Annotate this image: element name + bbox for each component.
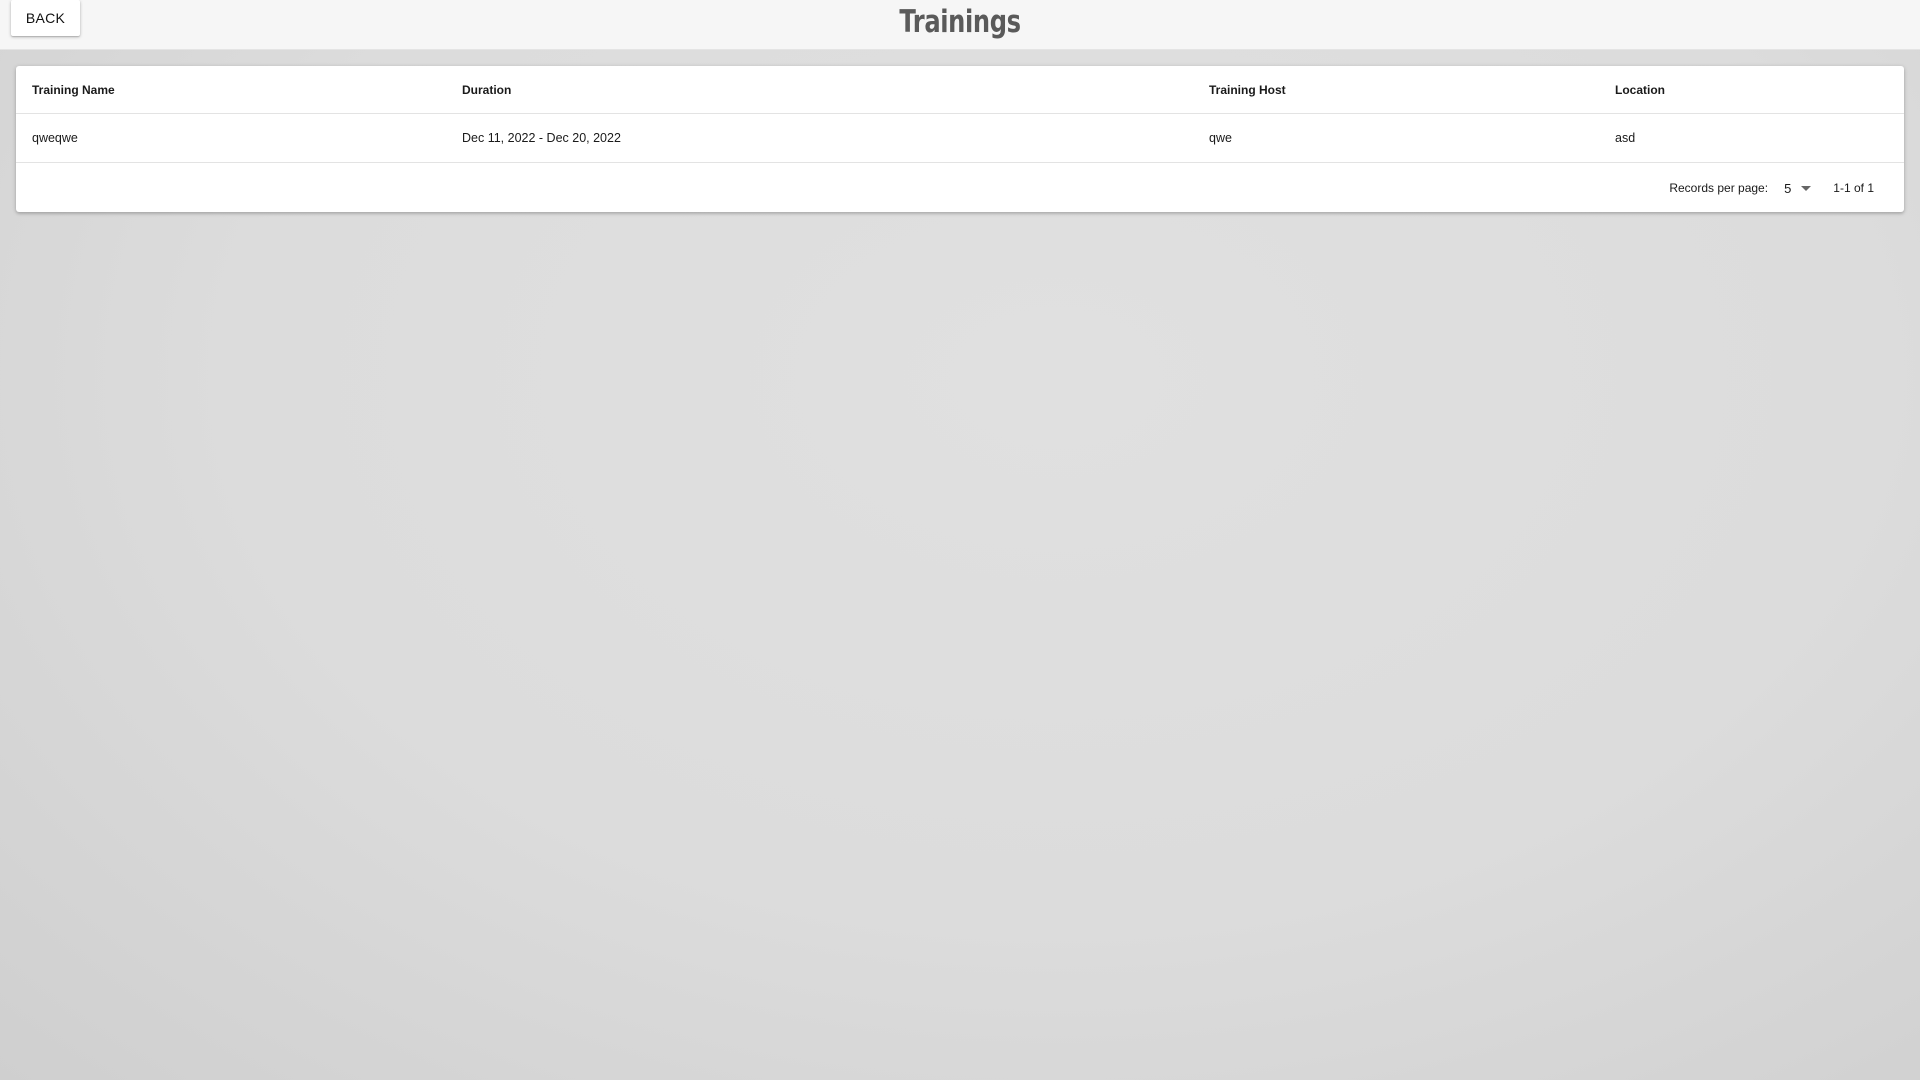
- pagination-range: 1-1 of 1: [1833, 181, 1874, 195]
- top-bar: BACK Trainings: [0, 0, 1920, 50]
- page-title: Trainings: [899, 4, 1021, 40]
- column-header-training-name[interactable]: Training Name: [16, 66, 446, 114]
- cell-duration: Dec 11, 2022 - Dec 20, 2022: [446, 113, 1193, 163]
- cell-location: asd: [1599, 113, 1904, 163]
- records-per-page-value: 5: [1784, 180, 1792, 196]
- records-per-page-label: Records per page:: [1669, 181, 1769, 195]
- table-footer: Records per page: 5 1-1 of 1: [16, 163, 1904, 213]
- records-per-page-select[interactable]: 5: [1784, 180, 1812, 196]
- column-header-duration[interactable]: Duration: [446, 66, 1193, 114]
- column-header-location[interactable]: Location: [1599, 66, 1904, 114]
- table-header-row: Training Name Duration Training Host Loc…: [16, 66, 1904, 114]
- cell-training-host: qwe: [1193, 113, 1599, 163]
- chevron-down-icon: [1801, 185, 1812, 191]
- column-header-training-host[interactable]: Training Host: [1193, 66, 1599, 114]
- back-button[interactable]: BACK: [11, 0, 80, 36]
- trainings-table-card: Training Name Duration Training Host Loc…: [16, 66, 1904, 212]
- trainings-table: Training Name Duration Training Host Loc…: [16, 66, 1904, 163]
- table-row[interactable]: qweqwe Dec 11, 2022 - Dec 20, 2022 qwe a…: [16, 113, 1904, 163]
- cell-training-name: qweqwe: [16, 113, 446, 163]
